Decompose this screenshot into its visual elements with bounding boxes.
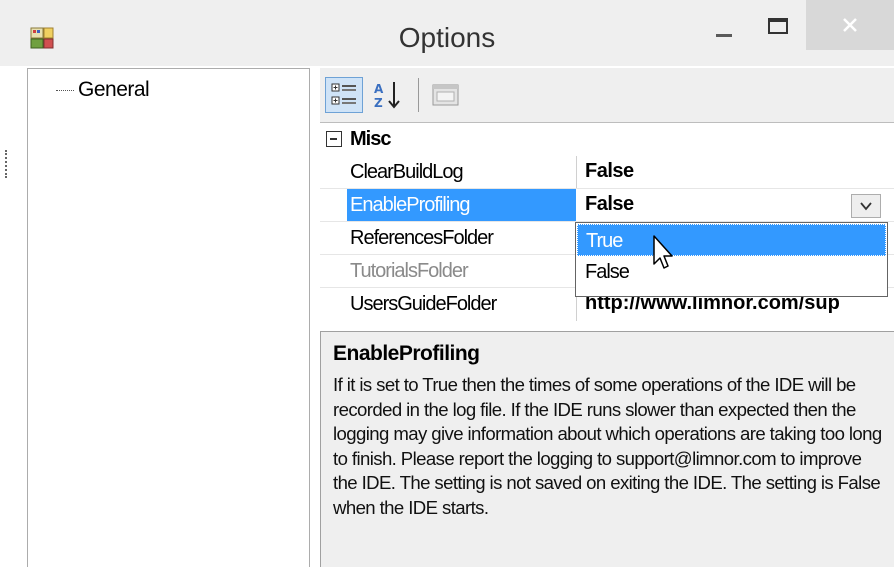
minimize-button[interactable] <box>696 10 752 50</box>
selected-property-name[interactable]: EnableProfiling <box>347 189 576 221</box>
description-title: EnableProfiling <box>333 342 480 365</box>
maximize-button[interactable] <box>752 10 808 50</box>
description-panel: EnableProfiling If it is set to True the… <box>320 331 894 567</box>
minimize-icon <box>716 34 732 37</box>
categorized-icon <box>331 83 356 105</box>
tree-connector <box>56 89 74 91</box>
property-value[interactable]: False <box>585 160 634 183</box>
resize-grip <box>5 150 9 178</box>
svg-text:A: A <box>374 82 384 96</box>
alphabetical-button[interactable]: A Z <box>370 78 406 112</box>
category-row-misc[interactable]: Misc <box>320 123 894 156</box>
categorized-button[interactable] <box>325 77 363 113</box>
dropdown-button[interactable] <box>851 194 881 218</box>
close-button[interactable] <box>806 0 894 50</box>
property-pages-button[interactable] <box>428 78 464 112</box>
dropdown-option-false[interactable]: False <box>577 256 886 288</box>
svg-text:Z: Z <box>374 96 383 110</box>
property-name: ClearBuildLog <box>350 161 464 183</box>
mouse-cursor-icon <box>653 235 673 269</box>
tree-item-label: General <box>78 78 150 101</box>
property-name: TutorialsFolder <box>350 260 469 282</box>
title-bar: Options <box>0 0 894 66</box>
property-name: UsersGuideFolder <box>350 293 497 315</box>
option-label: False <box>585 261 630 283</box>
options-tree[interactable]: General <box>27 68 310 567</box>
toolbar-separator <box>418 78 419 112</box>
dropdown-option-true[interactable]: True <box>577 224 886 256</box>
property-row-enableprofiling[interactable]: EnableProfiling False <box>320 189 894 222</box>
tree-item-general[interactable]: General <box>56 78 150 102</box>
property-name: ReferencesFolder <box>350 227 494 249</box>
alphabetical-sort-icon: A Z <box>374 82 400 110</box>
maximize-icon <box>768 18 788 34</box>
property-grid-toolbar: A Z <box>320 68 894 122</box>
property-value[interactable]: False <box>585 193 634 216</box>
option-label: True <box>586 230 623 252</box>
property-row-clearbuildlog[interactable]: ClearBuildLog False <box>320 156 894 189</box>
property-name: EnableProfiling <box>350 194 471 216</box>
collapse-icon[interactable] <box>326 131 342 147</box>
close-icon <box>843 18 857 32</box>
value-dropdown-list[interactable]: True False <box>575 222 888 297</box>
column-divider <box>576 156 577 189</box>
category-label: Misc <box>350 128 391 150</box>
chevron-down-icon <box>860 202 872 211</box>
property-pages-icon <box>432 84 459 106</box>
description-text: If it is set to True then the times of s… <box>333 374 882 518</box>
